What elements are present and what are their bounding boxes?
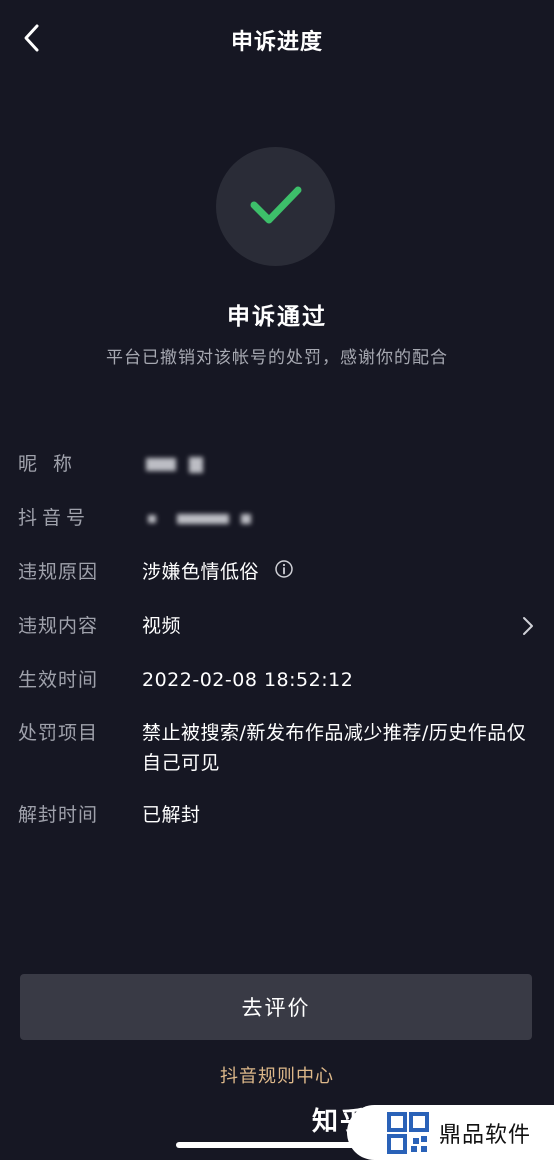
unban-time-value: 已解封: [142, 804, 201, 826]
douyin-id-label: 抖音号: [18, 507, 91, 529]
nav-bar: 申诉进度: [0, 0, 554, 82]
brand-name: 鼎品软件: [439, 1122, 532, 1148]
redacted-block: [188, 456, 203, 473]
nickname-value-redacted: [142, 449, 536, 479]
rate-button[interactable]: 去评价: [20, 974, 532, 1040]
violation-content-value: 视频: [142, 615, 182, 637]
redacted-block: [241, 513, 252, 524]
nickname-row: 昵 称: [18, 449, 536, 479]
rules-center-link[interactable]: 抖音规则中心: [0, 1062, 554, 1088]
status-icon-circle: [216, 147, 335, 266]
status-description: 平台已撤销对该帐号的处罚，感谢你的配合: [106, 348, 448, 368]
effective-time-value: 2022-02-08 18:52:12: [142, 669, 354, 691]
redacted-block: [146, 458, 176, 471]
nickname-label: 昵 称: [18, 453, 78, 475]
penalty-label: 处罚项目: [18, 722, 99, 744]
penalty-row: 处罚项目 禁止被搜索/新发布作品减少推荐/历史作品仅自己可见: [18, 718, 536, 778]
douyin-id-row: 抖音号: [18, 503, 536, 533]
home-indicator[interactable]: [176, 1142, 376, 1148]
qr-logo-icon: [387, 1111, 429, 1154]
unban-time-label: 解封时间: [18, 804, 99, 826]
violation-reason-value-wrap: 涉嫌色情低俗: [142, 557, 536, 588]
redacted-block: [176, 513, 229, 524]
violation-content-row[interactable]: 违规内容 视频: [18, 611, 536, 641]
brand-watermark: 鼎品软件: [347, 1105, 554, 1160]
chevron-right-icon[interactable]: [522, 615, 534, 641]
check-icon: [249, 183, 303, 231]
info-circle-icon[interactable]: [274, 558, 294, 588]
violation-reason-label: 违规原因: [18, 561, 99, 583]
redacted-block: [148, 514, 156, 523]
effective-time-label: 生效时间: [18, 669, 99, 691]
status-title: 申诉通过: [227, 304, 327, 330]
penalty-value: 禁止被搜索/新发布作品减少推荐/历史作品仅自己可见: [142, 722, 527, 774]
violation-content-label: 违规内容: [18, 615, 99, 637]
douyin-id-value-redacted: [142, 503, 536, 533]
page-title: 申诉进度: [230, 30, 323, 55]
unban-time-row: 解封时间 已解封: [18, 800, 536, 830]
violation-reason-row: 违规原因 涉嫌色情低俗: [18, 557, 536, 588]
effective-time-row: 生效时间 2022-02-08 18:52:12: [18, 665, 536, 695]
violation-reason-value: 涉嫌色情低俗: [142, 561, 260, 583]
